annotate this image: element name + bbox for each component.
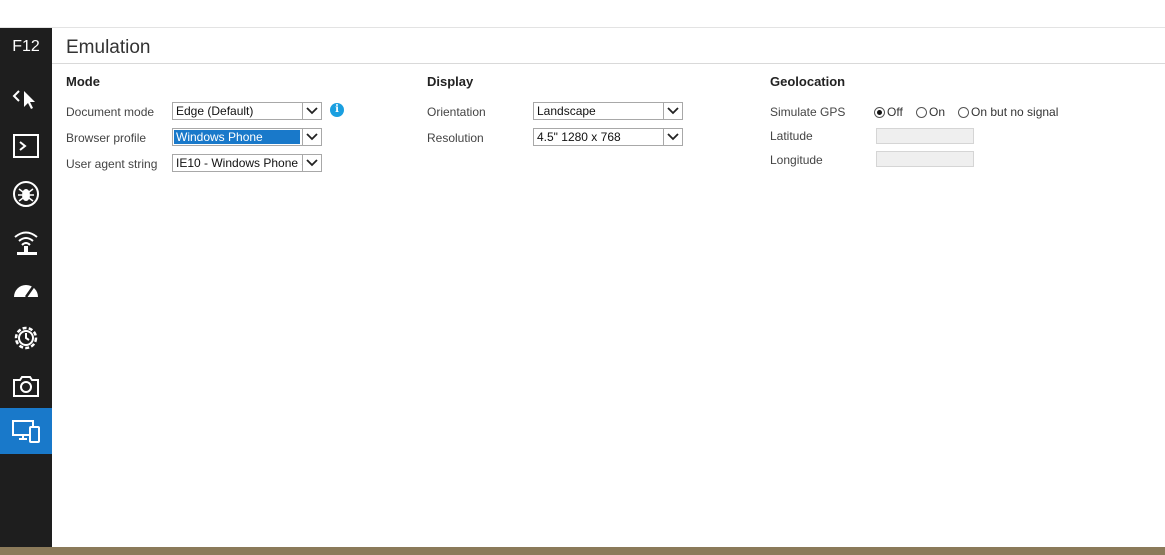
orientation-label: Orientation	[427, 105, 486, 119]
orientation-value: Landscape	[537, 104, 596, 118]
radio-icon	[916, 106, 927, 118]
memory-tool[interactable]	[0, 315, 52, 361]
longitude-label: Longitude	[770, 153, 823, 167]
network-tool[interactable]	[0, 219, 52, 265]
browser-profile-value: Windows Phone	[174, 130, 300, 144]
desktop-background-strip	[0, 547, 1165, 555]
user-agent-value: IE10 - Windows Phone 8	[176, 156, 309, 170]
dom-explorer-tool[interactable]	[0, 75, 52, 121]
resolution-label: Resolution	[427, 131, 484, 145]
simulate-gps-label: Simulate GPS	[770, 105, 846, 119]
camera-icon	[13, 376, 39, 397]
orientation-select[interactable]: Landscape	[533, 102, 683, 120]
title-bar: Emulation	[52, 28, 1165, 64]
document-mode-select[interactable]: Edge (Default)	[172, 102, 322, 120]
document-mode-label: Document mode	[66, 105, 155, 119]
f12-title: F12	[12, 38, 40, 55]
chevron-down-icon	[302, 103, 321, 119]
screenshot-tool[interactable]	[0, 363, 52, 409]
mode-heading: Mode	[66, 74, 100, 89]
gps-off-label: Off	[887, 105, 903, 119]
browser-profile-select[interactable]: Windows Phone	[172, 128, 322, 146]
page-title: Emulation	[66, 37, 151, 58]
longitude-input[interactable]	[876, 151, 974, 167]
performance-icon	[14, 285, 38, 298]
dom-explorer-icon	[12, 90, 35, 109]
emulation-icon	[12, 420, 40, 443]
gps-off-radio[interactable]: Off	[874, 105, 903, 119]
chevron-down-icon	[663, 129, 682, 145]
window-top-strip	[0, 0, 1165, 28]
chevron-down-icon	[302, 129, 321, 145]
gps-no-signal-label: On but no signal	[971, 105, 1059, 119]
browser-profile-label: Browser profile	[66, 131, 147, 145]
radio-selected-icon	[874, 106, 885, 118]
emulation-panel: Emulation Mode Document mode Edge (Defau…	[52, 28, 1165, 547]
network-icon	[14, 231, 38, 255]
info-icon[interactable]: i	[330, 103, 344, 117]
gps-on-label: On	[929, 105, 946, 119]
resolution-select[interactable]: 4.5" 1280 x 768	[533, 128, 683, 146]
memory-icon	[14, 326, 38, 350]
performance-tool[interactable]	[0, 267, 52, 313]
document-mode-value: Edge (Default)	[176, 104, 254, 118]
chevron-down-icon	[663, 103, 682, 119]
f12-sidebar: F12	[0, 28, 52, 555]
gps-on-radio[interactable]: On	[916, 105, 945, 119]
user-agent-select[interactable]: IE10 - Windows Phone 8	[172, 154, 322, 172]
latitude-input[interactable]	[876, 128, 974, 144]
debugger-tool[interactable]	[0, 171, 52, 217]
console-tool[interactable]	[0, 123, 52, 169]
console-icon	[13, 134, 39, 158]
debugger-icon	[13, 181, 39, 207]
latitude-label: Latitude	[770, 129, 813, 143]
radio-icon	[958, 106, 969, 118]
gps-no-signal-radio[interactable]: On but no signal	[958, 105, 1058, 119]
user-agent-label: User agent string	[66, 157, 158, 171]
geolocation-heading: Geolocation	[770, 74, 846, 89]
resolution-value: 4.5" 1280 x 768	[537, 130, 621, 144]
emulation-tool[interactable]	[0, 408, 52, 454]
display-heading: Display	[427, 74, 474, 89]
chevron-down-icon	[302, 155, 321, 171]
